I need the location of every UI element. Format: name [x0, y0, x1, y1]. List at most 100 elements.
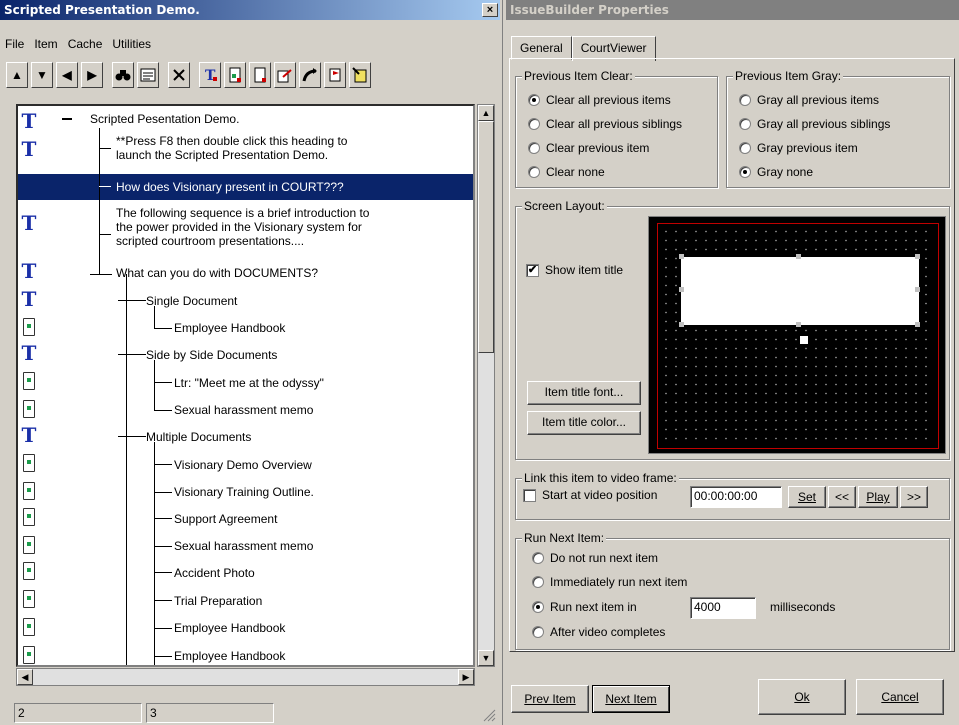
radio-do-not-run[interactable]: Do not run next item [532, 551, 658, 565]
right-arrow-icon[interactable]: ▶ [81, 62, 103, 88]
scroll-up-icon[interactable]: ▲ [478, 105, 494, 121]
toolbar: ▲ ▼ ◀ ▶ T [6, 62, 371, 94]
tree-node[interactable]: **Press F8 then double click this headin… [116, 134, 347, 162]
document-icon [18, 504, 40, 530]
radio-clear-all-items[interactable]: Clear all previous items [528, 93, 671, 107]
menu-cache[interactable]: Cache [63, 34, 108, 54]
tree-vertical-scrollbar[interactable]: ▲ ▼ [477, 104, 495, 667]
scroll-right-icon[interactable]: ▶ [458, 669, 474, 685]
menu-file[interactable]: File [0, 34, 29, 54]
close-icon[interactable]: × [949, 4, 956, 18]
text-item-icon[interactable]: T [199, 62, 221, 88]
tree-node[interactable]: Visionary Demo Overview [174, 458, 312, 472]
document-icon [18, 368, 40, 394]
tree-node[interactable]: Employee Handbook [174, 621, 285, 635]
milliseconds-input[interactable]: 4000 [690, 597, 756, 619]
text-item-icon: T [21, 109, 37, 133]
properties-title: IssueBuilder Properties [510, 3, 669, 17]
layout-preview[interactable] [648, 216, 946, 454]
tree-node[interactable]: Trial Preparation [174, 594, 262, 608]
text-item-icon: T [21, 341, 37, 365]
menu-bar: File Item Cache Utilities [0, 34, 156, 54]
binoculars-icon[interactable] [112, 62, 134, 88]
tree-horizontal-scrollbar[interactable]: ◀ ▶ [16, 668, 475, 686]
milliseconds-label: milliseconds [770, 600, 836, 614]
tree-node[interactable]: Side by Side Documents [146, 348, 277, 362]
document-icon [18, 642, 40, 665]
import-icon[interactable] [274, 62, 296, 88]
fast-forward-button[interactable]: >> [900, 486, 928, 508]
left-arrow-icon[interactable]: ◀ [56, 62, 78, 88]
item-title-color-button[interactable]: Item title color... [527, 411, 641, 435]
scroll-left-icon[interactable]: ◀ [17, 669, 33, 685]
tree-node-root[interactable]: Scripted Pesentation Demo. [90, 112, 239, 126]
document-icon [18, 450, 40, 476]
radio-clear-all-siblings[interactable]: Clear all previous siblings [528, 117, 682, 131]
close-icon[interactable]: × [482, 3, 498, 17]
title-region-box[interactable] [681, 257, 919, 325]
radio-run-in-ms[interactable]: Run next item in [532, 600, 637, 614]
radio-gray-previous[interactable]: Gray previous item [739, 141, 858, 155]
radio-after-video[interactable]: After video completes [532, 625, 665, 639]
tree-node[interactable]: Ltr: "Meet me at the odyssy" [174, 376, 324, 390]
item-title-font-button[interactable]: Item title font... [527, 381, 641, 405]
outline-tree[interactable]: T T T T T T T T Scripted Pesentation Dem… [16, 104, 475, 667]
document-icon [18, 396, 40, 422]
tree-node-selected[interactable]: How does Visionary present in COURT??? [116, 180, 344, 194]
next-item-button[interactable]: Next Item [592, 685, 670, 713]
resize-grip-icon[interactable] [480, 708, 496, 722]
tree-node[interactable]: Sexual harassment memo [174, 403, 313, 417]
group-label: Link this item to video frame: [522, 471, 679, 485]
wizard-icon[interactable] [349, 62, 371, 88]
start-at-video-checkbox[interactable]: Start at video position [523, 488, 657, 502]
text-item-icon: T [21, 423, 37, 447]
tree-node[interactable]: Single Document [146, 294, 237, 308]
scroll-thumb[interactable] [478, 121, 494, 353]
down-arrow-icon[interactable]: ▼ [31, 62, 53, 88]
add-doc-icon[interactable] [224, 62, 246, 88]
radio-clear-previous[interactable]: Clear previous item [528, 141, 649, 155]
document-icon [18, 558, 40, 584]
prev-item-button[interactable]: Prev Item [511, 685, 589, 713]
tree-node[interactable]: Sexual harassment memo [174, 539, 313, 553]
menu-utilities[interactable]: Utilities [107, 34, 156, 54]
tree-node[interactable]: Employee Handbook [174, 321, 285, 335]
rewind-button[interactable]: << [828, 486, 856, 508]
run-next-group: Run Next Item: Do not run next item Imme… [515, 531, 950, 650]
new-doc-icon[interactable] [249, 62, 271, 88]
tab-general[interactable]: General [511, 36, 572, 60]
tree-node[interactable]: Employee Handbook [174, 649, 285, 663]
radio-clear-none[interactable]: Clear none [528, 165, 605, 179]
video-position-input[interactable]: 00:00:00:00 [690, 486, 782, 508]
export-icon[interactable] [299, 62, 321, 88]
show-title-checkbox[interactable]: ✔ Show item title [526, 263, 623, 277]
radio-gray-all-siblings[interactable]: Gray all previous siblings [739, 117, 890, 131]
ok-button[interactable]: Ok [758, 679, 846, 715]
tree-node[interactable]: Support Agreement [174, 512, 277, 526]
tree-node[interactable]: Accident Photo [174, 566, 255, 580]
up-arrow-icon[interactable]: ▲ [6, 62, 28, 88]
play-button[interactable]: Play [858, 486, 898, 508]
tree-node[interactable]: Visionary Training Outline. [174, 485, 314, 499]
group-label: Previous Item Gray: [733, 69, 844, 83]
text-item-icon: T [21, 175, 37, 199]
text-item-icon: T [21, 287, 37, 311]
document-icon [18, 532, 40, 558]
cancel-button[interactable]: Cancel [856, 679, 944, 715]
properties-titlebar: IssueBuilder Properties [506, 0, 959, 20]
set-button[interactable]: Set [788, 486, 826, 508]
document-icon [18, 314, 40, 340]
radio-gray-all-items[interactable]: Gray all previous items [739, 93, 879, 107]
flag-icon[interactable] [324, 62, 346, 88]
properties-icon[interactable] [137, 62, 159, 88]
radio-immediately-run[interactable]: Immediately run next item [532, 575, 687, 589]
tree-node[interactable]: What can you do with DOCUMENTS? [116, 266, 318, 280]
move-handle[interactable] [800, 336, 808, 344]
group-label: Screen Layout: [522, 199, 607, 213]
delete-icon[interactable] [168, 62, 190, 88]
menu-item[interactable]: Item [29, 34, 62, 54]
tree-node[interactable]: Multiple Documents [146, 430, 251, 444]
tree-node[interactable]: The following sequence is a brief introd… [116, 206, 369, 248]
radio-gray-none[interactable]: Gray none [739, 165, 813, 179]
scroll-down-icon[interactable]: ▼ [478, 650, 494, 666]
